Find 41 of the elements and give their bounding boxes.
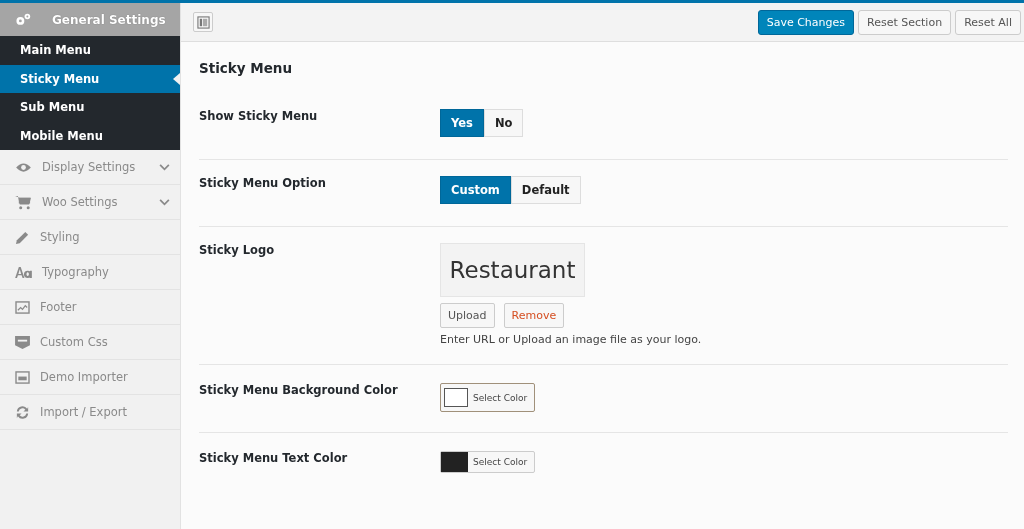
gears-icon [14, 12, 32, 27]
upload-button[interactable]: Upload [440, 303, 495, 328]
sidebar-item[interactable]: Custom Css [0, 325, 180, 360]
sidebar-item[interactable]: Woo Settings [0, 185, 180, 220]
submenu-item[interactable]: Main Menu [0, 36, 180, 65]
sidebar-item[interactable]: Typography [0, 255, 180, 290]
toolbar-button[interactable]: Save Changes [757, 9, 855, 35]
field-label: Sticky Logo [199, 243, 276, 259]
submenu-item[interactable]: Sub Menu [0, 93, 180, 122]
logo-preview: Restaurant [440, 243, 585, 297]
submenu-item[interactable]: Mobile Menu [0, 121, 180, 150]
toggle-option[interactable]: Yes [440, 109, 484, 137]
section-title: Sticky Menu [199, 59, 294, 78]
field-label: Show Sticky Menu [199, 109, 319, 125]
toolbar-button[interactable]: Reset Section [858, 9, 952, 35]
color-picker-button[interactable]: Select Color [440, 451, 536, 473]
field-label: Sticky Menu Option [199, 176, 327, 192]
sidebar-item[interactable]: Display Settings [0, 150, 180, 185]
layout-toggle-button[interactable] [193, 12, 213, 32]
toggle-option[interactable]: Custom [440, 176, 511, 204]
font-icon [15, 265, 32, 279]
sidebar-item[interactable]: Import / Export [0, 395, 180, 430]
toolbar-button[interactable]: Reset All [955, 9, 1021, 35]
help-text: Enter URL or Upload an image file as your logo. [440, 333, 702, 346]
toggle-option[interactable]: No [483, 109, 524, 137]
remove-button[interactable]: Remove [503, 303, 565, 328]
color-picker-button[interactable]: Select Color [440, 383, 536, 412]
pencil-icon [15, 229, 30, 245]
sidebar-item[interactable]: Styling [0, 220, 180, 255]
cart-icon [15, 194, 32, 210]
code-tag-icon [15, 335, 30, 349]
field-label: Sticky Menu Background Color [199, 383, 399, 399]
eye-icon [15, 161, 32, 173]
sidebar-item[interactable]: Demo Importer [0, 360, 180, 395]
chart-icon [15, 300, 30, 314]
refresh-icon [15, 404, 30, 420]
submenu-item[interactable]: Sticky Menu [0, 64, 180, 93]
toggle-option[interactable]: Default [510, 176, 581, 204]
window-icon [15, 370, 30, 384]
field-label: Sticky Menu Text Color [199, 451, 349, 467]
sidebar-item[interactable]: Footer [0, 290, 180, 325]
